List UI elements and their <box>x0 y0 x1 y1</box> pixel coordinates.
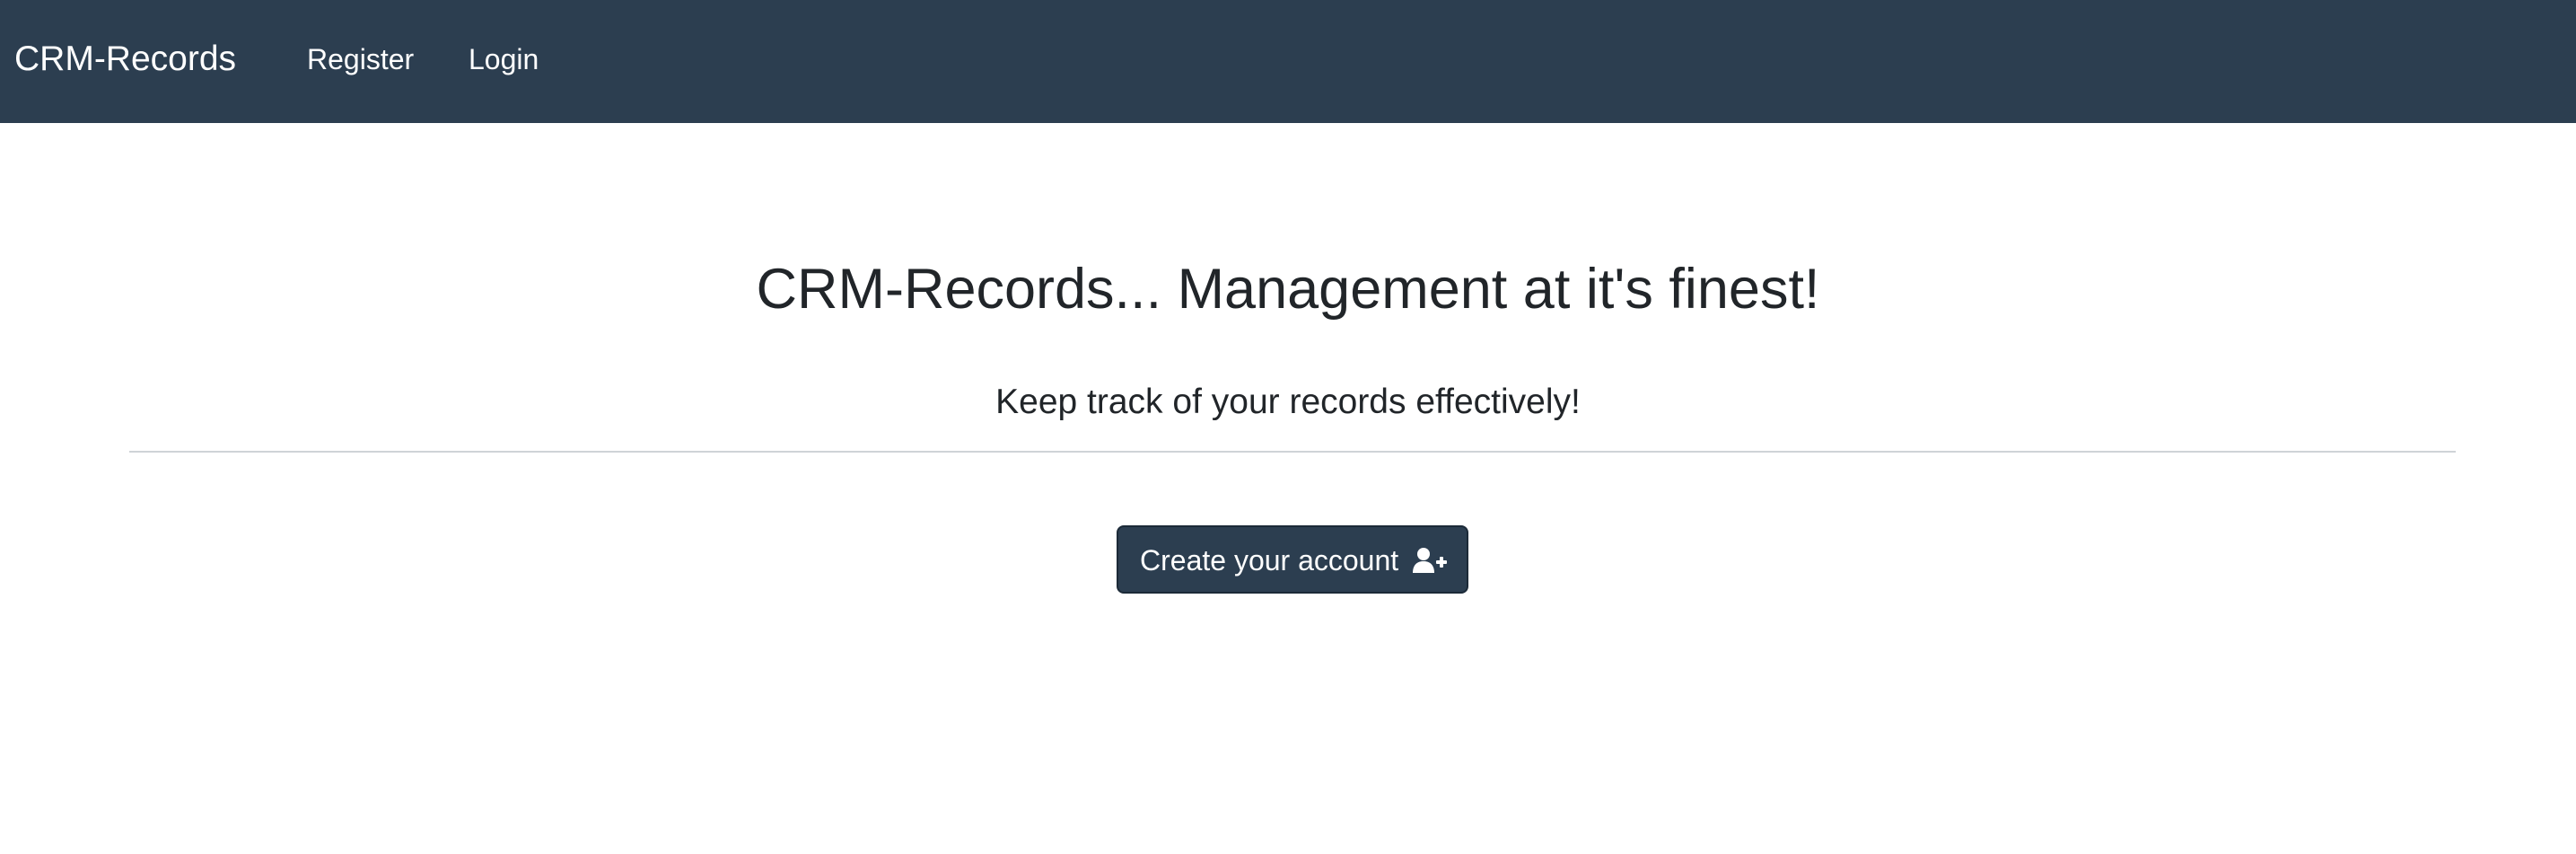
hero-title: CRM-Records... Management at it's finest… <box>756 258 1820 321</box>
hero-subtitle: Keep track of your records effectively! <box>995 383 1581 421</box>
create-account-label: Create your account <box>1140 544 1399 577</box>
nav-login-link[interactable]: Login <box>469 0 539 123</box>
create-account-button[interactable]: Create your account <box>1117 525 1468 594</box>
user-plus-icon <box>1413 548 1447 573</box>
brand-link[interactable]: CRM-Records <box>14 0 236 123</box>
hero-divider <box>129 451 2456 453</box>
top-navbar: CRM-Records Register Login <box>0 0 2576 123</box>
nav-register-link[interactable]: Register <box>307 0 414 123</box>
